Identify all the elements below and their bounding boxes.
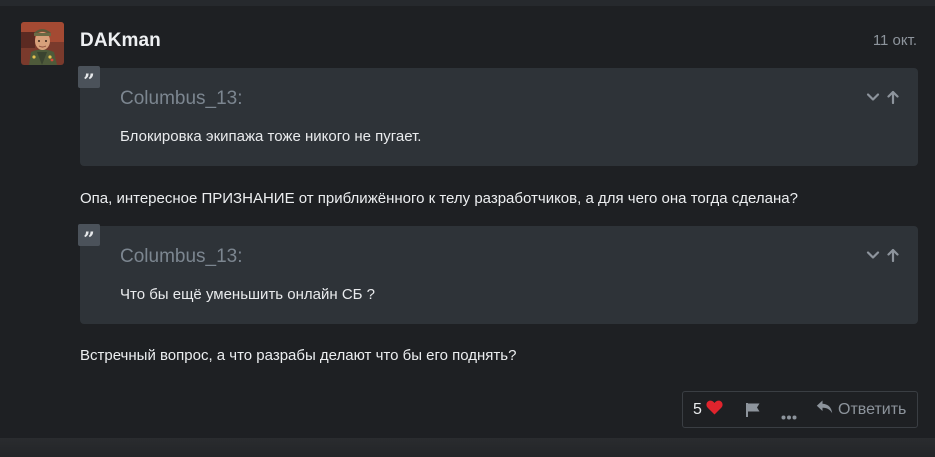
ellipsis-icon[interactable]: [781, 407, 797, 425]
like-count: 5: [693, 401, 702, 418]
arrow-up-icon[interactable]: [886, 90, 900, 104]
heart-icon: [706, 400, 723, 420]
reply-label: Ответить: [838, 400, 907, 418]
quote-icon: ”: [78, 66, 100, 93]
like-button[interactable]: 5: [693, 400, 723, 420]
post-date[interactable]: 11 окт.: [873, 32, 917, 49]
post-actions: 5 Ответить: [682, 391, 918, 428]
quote-controls: [866, 248, 900, 262]
quote-block: ” Columbus_13: Что бы ещё уменьшить онла…: [78, 224, 918, 324]
reply-icon: [816, 400, 833, 419]
quote-text: Что бы ещё уменьшить онлайн СБ ?: [120, 286, 376, 303]
chevron-down-icon[interactable]: [866, 90, 880, 104]
post-paragraph: Встречный вопрос, а что разрабы делают ч…: [80, 347, 517, 364]
flag-icon[interactable]: [745, 402, 761, 423]
chevron-down-icon[interactable]: [866, 248, 880, 262]
quote-author[interactable]: Columbus_13:: [120, 88, 243, 110]
quote-icon: ”: [78, 224, 100, 251]
arrow-up-icon[interactable]: [886, 248, 900, 262]
quote-block: ” Columbus_13: Блокировка экипажа тоже н…: [78, 66, 918, 166]
post-paragraph: Опа, интересное ПРИЗНАНИЕ от приближённо…: [80, 190, 798, 207]
forum-post: DAKman 11 окт. ” Columbus_13: Блокировка…: [0, 6, 935, 438]
soldier-avatar-icon: [21, 22, 64, 65]
post-author[interactable]: DAKman: [80, 30, 161, 52]
avatar[interactable]: [21, 22, 64, 65]
quote-author[interactable]: Columbus_13:: [120, 246, 243, 268]
quote-text: Блокировка экипажа тоже никого не пугает…: [120, 128, 422, 145]
quote-controls: [866, 90, 900, 104]
reply-button[interactable]: Ответить: [816, 400, 906, 419]
page-background-bottom: [0, 438, 935, 457]
